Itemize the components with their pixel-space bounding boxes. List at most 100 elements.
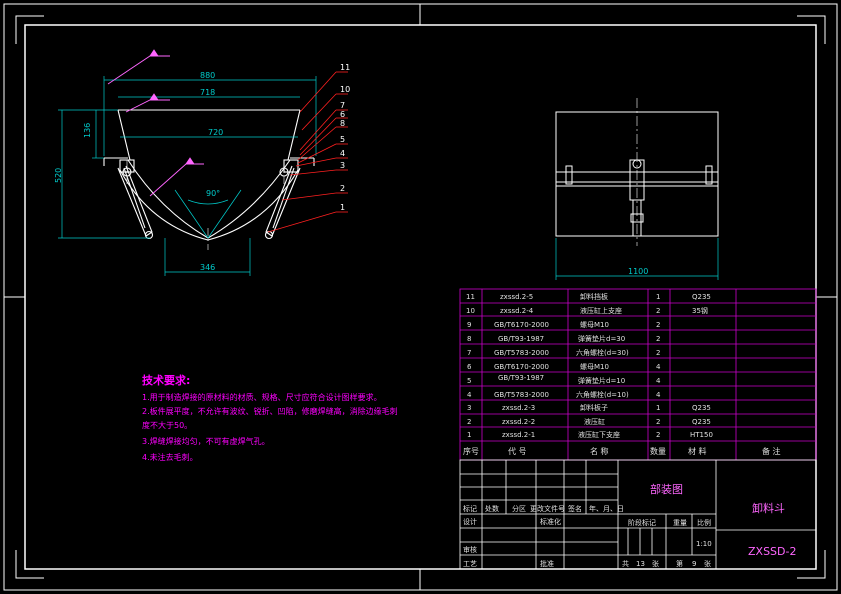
- part-no: 3: [467, 404, 471, 412]
- parts-row-9: 9 GB/T6170-2000 螺母M10 2: [467, 320, 660, 329]
- parts-row-4: 4 GB/T5783-2000 六角螺栓(d=10) 4: [467, 390, 661, 399]
- dim-side-width: 1100: [628, 267, 648, 276]
- part-material: HT150: [690, 431, 713, 439]
- side-view: 1100: [555, 98, 719, 280]
- part-code: zxssd.2-1: [502, 431, 535, 439]
- balloon-3: 3: [340, 161, 345, 170]
- part-qty: 2: [656, 335, 660, 343]
- title-block: 标记 处数 分区 更改文件号 签名 年、月、日 设计 标准化 审核 工艺 批准 …: [459, 459, 817, 570]
- part-no: 1: [467, 431, 471, 439]
- header-qty: 数量: [650, 446, 666, 456]
- part-no: 7: [467, 349, 471, 357]
- part-no: 2: [467, 418, 471, 426]
- parts-row-7: 7 GB/T5783-2000 六角螺栓(d=30) 2: [467, 348, 660, 357]
- balloon-4: 4: [340, 149, 345, 158]
- part-no: 8: [467, 335, 471, 343]
- parts-list: 11 zxssd.2-5 卸料挡板 1 Q235 10 zxssd.2-4 液压…: [459, 288, 817, 461]
- part-code: GB/T93-1987: [498, 335, 544, 343]
- balloon-labels: 11 10 7 6 8 5 4 3 2 1: [340, 63, 350, 212]
- part-qty: 2: [656, 321, 660, 329]
- parts-row-1: 1 zxssd.2-1 液压缸下支座 2 HT150: [467, 430, 713, 439]
- part-no: 10: [466, 307, 475, 315]
- label-scale: 比例: [697, 518, 711, 527]
- sheet-border: [3, 3, 838, 591]
- label-mark: 标记: [463, 504, 477, 513]
- part-no: 11: [466, 293, 475, 301]
- part-code: zxssd.2-3: [502, 404, 535, 412]
- part-qty: 2: [656, 307, 660, 315]
- dim-angle: 90°: [206, 189, 220, 198]
- label-date: 年、月、日: [589, 504, 624, 513]
- label-weight: 重量: [673, 519, 687, 527]
- part-material: Q235: [692, 404, 711, 412]
- label-total: 共: [622, 559, 629, 568]
- part-qty: 2: [656, 349, 660, 357]
- label-process: 工艺: [463, 560, 477, 568]
- note-line-3: 度不大于50。: [142, 420, 192, 430]
- dim-lower-width: 720: [208, 128, 223, 137]
- balloon-6: 6: [340, 110, 345, 119]
- balloon-10: 10: [340, 85, 350, 94]
- balloon-8: 8: [340, 119, 345, 128]
- part-name: 螺母M10: [580, 320, 609, 329]
- balloon-1: 1: [340, 203, 345, 212]
- parts-list-rows: 11 zxssd.2-5 卸料挡板 1 Q235 10 zxssd.2-4 液压…: [463, 292, 781, 456]
- part-material: Q235: [692, 418, 711, 426]
- part-qty: 2: [656, 418, 660, 426]
- label-standardize: 标准化: [540, 517, 561, 526]
- label-count: 处数: [485, 504, 499, 513]
- part-name: 六角螺栓(d=30): [576, 348, 629, 357]
- sheet-number: 9: [692, 560, 696, 568]
- part-code: GB/T93-1987: [498, 374, 544, 382]
- part-name: 卸料板子: [580, 403, 608, 412]
- technical-notes: 技术要求: 1.用于制造焊接的原材料的材质、规格、尺寸应符合设计图样要求。 2.…: [142, 373, 398, 462]
- part-code: GB/T5783-2000: [494, 391, 549, 399]
- label-sheet-no-unit: 张: [704, 559, 711, 568]
- label-sheet-no: 第: [676, 559, 683, 568]
- drawing-sheet: 880 718 720 346 136 520 90° 11 10 7 6 8 …: [3, 3, 838, 591]
- scale-value: 1:10: [696, 540, 712, 548]
- balloon-5: 5: [340, 135, 345, 144]
- title-block-titles: 部装图 卸料斗 ZXSSD-2: [650, 482, 796, 558]
- part-no: 4: [467, 391, 472, 399]
- part-material: 35钢: [692, 306, 708, 315]
- parts-row-5: 5 GB/T93-1987 弹簧垫片d=10 4: [467, 374, 661, 385]
- note-line-1: 1.用于制造焊接的原材料的材质、规格、尺寸应符合设计图样要求。: [142, 392, 382, 402]
- note-line-2: 2.板件展平度，不允许有波纹、锐折、凹陷，修磨焊缝高，消除边缘毛刺: [142, 406, 398, 416]
- label-review: 审核: [463, 545, 477, 554]
- part-code: GB/T6170-2000: [494, 321, 549, 329]
- part-material: Q235: [692, 293, 711, 301]
- part-qty: 1: [656, 293, 660, 301]
- header-remark: 备 注: [762, 446, 781, 456]
- parts-row-11: 11 zxssd.2-5 卸料挡板 1 Q235: [466, 292, 711, 301]
- header-code: 代 号: [508, 446, 527, 456]
- parts-list-header: 序号 代 号 名 称 数量 材 料 备 注: [463, 446, 781, 456]
- dim-height-small: 136: [83, 123, 92, 138]
- label-zone: 分区: [512, 504, 526, 513]
- dimension-lines: [58, 76, 317, 276]
- part-name: 液压缸上支座: [580, 306, 622, 315]
- part-name: 六角螺栓(d=10): [576, 390, 629, 399]
- balloon-2: 2: [340, 184, 345, 193]
- dimension-texts: 880 718 720 346 136 520 90°: [54, 71, 223, 272]
- part-name: 弹簧垫片d=10: [578, 376, 625, 385]
- part-no: 9: [467, 321, 471, 329]
- label-design: 设计: [463, 517, 477, 526]
- header-name: 名 称: [590, 446, 609, 456]
- balloon-7: 7: [340, 101, 345, 110]
- label-change-no: 更改文件号: [530, 504, 565, 513]
- parts-row-10: 10 zxssd.2-4 液压缸上支座 2 35钢: [466, 306, 708, 315]
- parts-row-6: 6 GB/T6170-2000 螺母M10 4: [467, 362, 661, 371]
- part-code: zxssd.2-5: [500, 293, 533, 301]
- part-name: 卸料挡板: [580, 292, 608, 301]
- part-name: 液压缸下支座: [578, 430, 620, 439]
- label-signature: 签名: [568, 504, 582, 513]
- notes-title: 技术要求:: [142, 373, 190, 387]
- part-no: 6: [467, 363, 472, 371]
- dim-mid-width: 718: [200, 88, 215, 97]
- header-material: 材 料: [688, 446, 707, 456]
- drawing-number: ZXSSD-2: [748, 545, 796, 558]
- part-code: GB/T6170-2000: [494, 363, 549, 371]
- part-name-title: 卸料斗: [752, 501, 785, 515]
- parts-row-3: 3 zxssd.2-3 卸料板子 1 Q235: [467, 403, 711, 412]
